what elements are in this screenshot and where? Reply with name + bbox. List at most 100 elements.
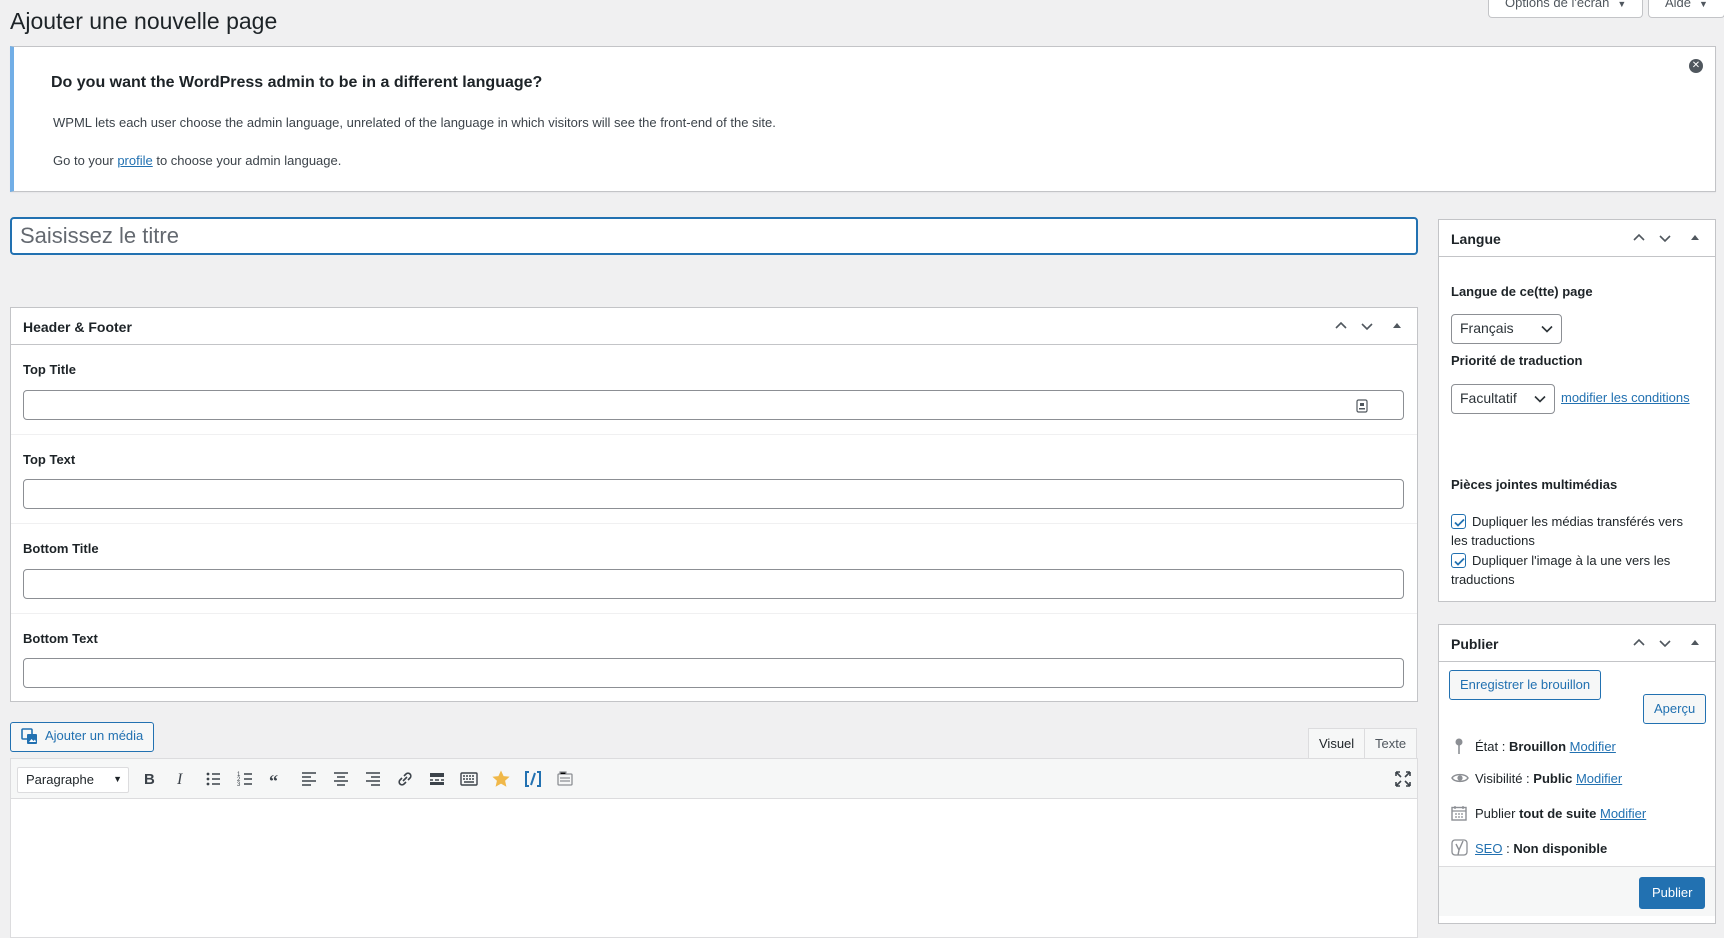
align-left-icon[interactable] [299, 769, 321, 791]
format-value: Paragraphe [26, 772, 94, 787]
top-title-input[interactable] [23, 390, 1404, 420]
media-icon [21, 727, 37, 744]
profile-link[interactable]: profile [117, 153, 152, 168]
title-input[interactable] [10, 217, 1418, 255]
modify-conditions-link[interactable]: modifier les conditions [1561, 390, 1690, 405]
move-down-icon[interactable] [1655, 633, 1675, 653]
field-label-top-text: Top Text [23, 452, 76, 467]
priority-select[interactable]: Facultatif [1451, 384, 1555, 414]
svg-text:B: B [144, 771, 155, 788]
top-text-input[interactable] [23, 479, 1404, 509]
metabox-title: Langue [1451, 231, 1501, 247]
status-value: Brouillon [1508, 738, 1567, 754]
schedule-label: Publier [1475, 805, 1520, 821]
move-up-icon[interactable] [1331, 316, 1351, 336]
italic-icon[interactable]: I [171, 769, 193, 791]
help-label: Aide [1665, 0, 1692, 10]
align-right-icon[interactable] [363, 769, 385, 791]
tab-visuel[interactable]: Visuel [1308, 728, 1366, 759]
seo-row: SEO : Non disponible [1451, 839, 1607, 860]
bottom-title-input[interactable] [23, 569, 1404, 599]
move-up-icon[interactable] [1629, 633, 1649, 653]
bold-icon[interactable]: B [139, 769, 161, 791]
move-down-icon[interactable] [1357, 316, 1377, 336]
tab-texte[interactable]: Texte [1364, 728, 1418, 758]
seo-link[interactable]: SEO [1475, 841, 1502, 856]
editor-toolbar: Paragraphe ▼ B I 123 “ [11, 759, 1417, 799]
priority-label: Priorité de traduction [1451, 353, 1583, 368]
save-draft-button[interactable]: Enregistrer le brouillon [1449, 670, 1602, 700]
bullet-list-icon[interactable] [203, 769, 225, 791]
notice-text: WPML lets each user choose the admin lan… [53, 115, 776, 130]
field-label-bottom-text: Bottom Text [23, 631, 98, 646]
seo-value: Non disponible [1513, 840, 1608, 856]
align-center-icon[interactable] [331, 769, 353, 791]
screen-options-label: Options de l'écran [1505, 0, 1610, 10]
collapse-icon[interactable] [1685, 228, 1705, 248]
field-label-top-title: Top Title [23, 362, 76, 377]
modify-visibility-link[interactable]: Modifier [1576, 771, 1622, 786]
add-media-label: Ajouter un média [45, 728, 144, 743]
read-more-icon[interactable] [427, 769, 449, 791]
collapse-icon[interactable] [1685, 633, 1705, 653]
toolbar-toggle-icon[interactable] [459, 769, 481, 791]
screen-options-button[interactable]: Options de l'écran ▼ [1488, 0, 1644, 18]
move-down-icon[interactable] [1655, 228, 1675, 248]
language-select[interactable]: Français [1451, 314, 1562, 344]
duplicate-featured-checkbox[interactable] [1451, 553, 1466, 568]
form-icon[interactable] [555, 769, 577, 791]
duplicate-media-label: Dupliquer les médias transférés vers les… [1451, 514, 1683, 548]
numbered-list-icon[interactable]: 123 [235, 769, 257, 791]
shortcode-icon[interactable] [523, 769, 545, 791]
duplicate-media-checkbox[interactable] [1451, 514, 1466, 529]
dismiss-icon[interactable]: ✕ [1689, 59, 1703, 73]
help-button[interactable]: Aide ▼ [1648, 0, 1724, 18]
notice-text-after: to choose your admin language. [152, 153, 342, 168]
move-up-icon[interactable] [1629, 228, 1649, 248]
format-select[interactable]: Paragraphe ▼ [17, 767, 129, 793]
blockquote-icon[interactable]: “ [267, 769, 289, 791]
status-row: État : Brouillon Modifier [1451, 737, 1616, 758]
chevron-down-icon [1541, 325, 1553, 333]
visibility-row: Visibilité : Public Modifier [1451, 771, 1622, 788]
language-label: Langue de ce(tte) page [1451, 284, 1593, 299]
field-label-bottom-title: Bottom Title [23, 541, 99, 556]
bottom-text-input[interactable] [23, 658, 1404, 688]
star-icon[interactable] [491, 769, 513, 791]
notice-profile-text: Go to your profile to choose your admin … [53, 153, 341, 168]
schedule-value: tout de suite [1519, 805, 1597, 821]
svg-text:3: 3 [237, 782, 241, 788]
calendar-icon [1451, 805, 1471, 824]
duplicate-featured-row: Dupliquer l'image à la une vers les trad… [1451, 551, 1691, 589]
page-title: Ajouter une nouvelle page [10, 8, 278, 34]
language-notice: Do you want the WordPress admin to be in… [10, 46, 1716, 192]
publish-button[interactable]: Publier [1639, 877, 1706, 909]
collapse-icon[interactable] [1387, 316, 1407, 336]
status-label: État : [1475, 738, 1509, 754]
checkmark-icon [1454, 557, 1465, 566]
divider [11, 434, 1417, 435]
add-media-button[interactable]: Ajouter un média [10, 722, 155, 752]
svg-text:I: I [176, 771, 183, 788]
modify-status-link[interactable]: Modifier [1570, 739, 1616, 754]
chevron-down-icon [1534, 395, 1546, 403]
notice-heading: Do you want the WordPress admin to be in… [51, 74, 543, 91]
duplicate-media-row: Dupliquer les médias transférés vers les… [1451, 512, 1691, 550]
content-editor[interactable]: Paragraphe ▼ B I 123 “ [10, 758, 1418, 938]
media-attachments-label: Pièces jointes multimédias [1451, 477, 1618, 492]
link-icon[interactable] [395, 769, 417, 791]
metabox-title: Header & Footer [23, 319, 132, 335]
priority-value: Facultatif [1460, 390, 1517, 406]
divider [11, 613, 1417, 614]
field-autofill-icon[interactable] [1355, 399, 1369, 413]
header-footer-metabox: Header & Footer Top Title Top Text Botto… [10, 307, 1418, 702]
metabox-header: Header & Footer [11, 308, 1417, 345]
langue-metabox: Langue Langue de ce(tte) page Français P… [1438, 219, 1716, 602]
fullscreen-icon[interactable] [1393, 769, 1415, 791]
publier-metabox: Publier Enregistrer le brouillon Aperçu … [1438, 624, 1716, 924]
modify-schedule-link[interactable]: Modifier [1600, 806, 1646, 821]
metabox-header: Langue [1439, 220, 1715, 257]
seo-separator: : [1502, 840, 1514, 856]
preview-button[interactable]: Aperçu [1643, 694, 1707, 724]
duplicate-featured-label: Dupliquer l'image à la une vers les trad… [1451, 553, 1671, 587]
